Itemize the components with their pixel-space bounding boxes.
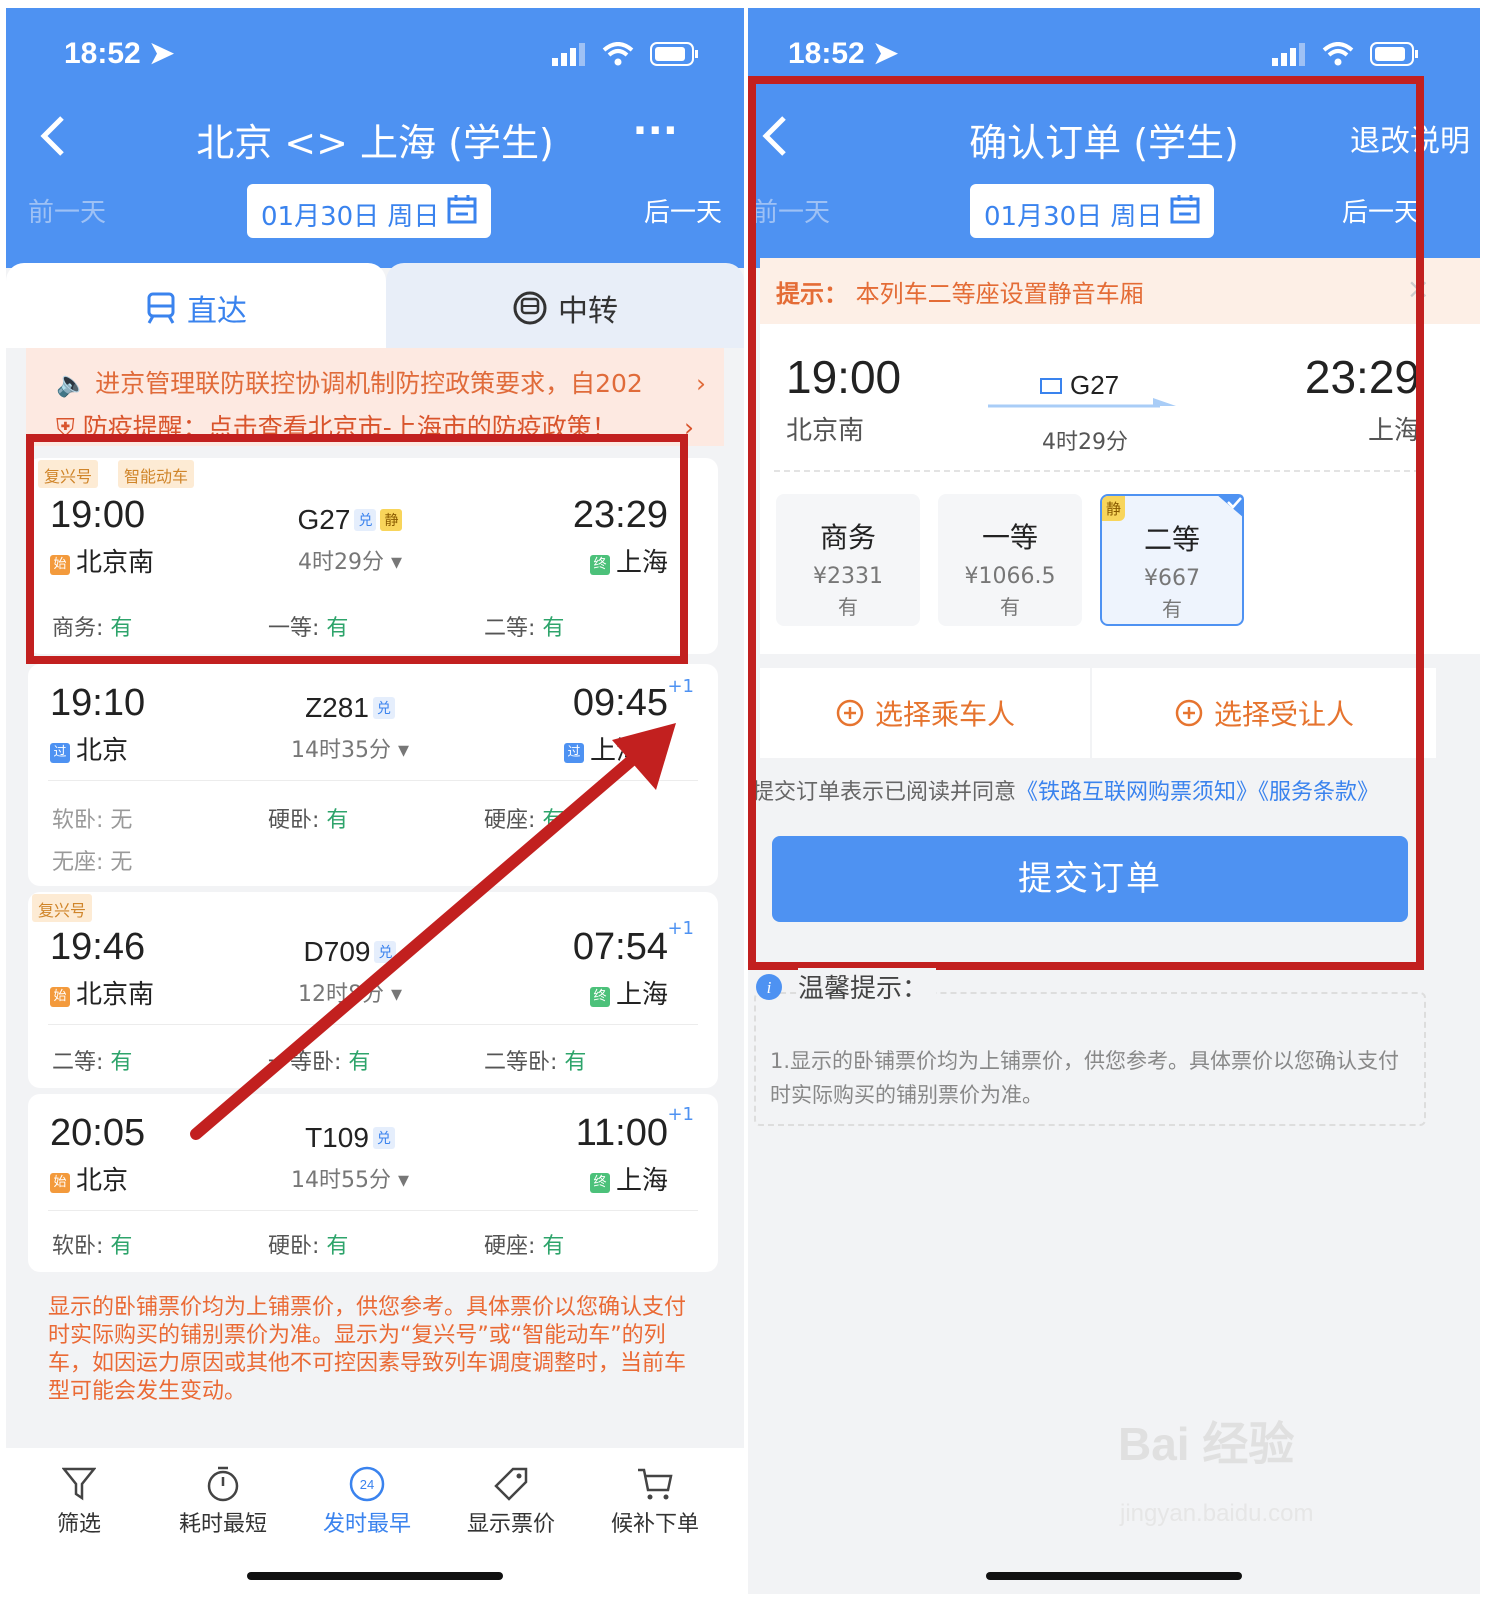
wifi-icon bbox=[1322, 42, 1354, 66]
home-indicator bbox=[986, 1572, 1242, 1580]
confirm-order-screen: 18:52 ➤ 确认订单 (学生) 退改说明 前一天 01月30日 周日 后一天… bbox=[748, 8, 1480, 1594]
battery-icon bbox=[1370, 42, 1418, 66]
train-list-screen: 18:52 ➤ 北京 <> 上海 (学生) ··· 前一天 01月30日 周日 … bbox=[6, 8, 744, 1594]
watermark: Bai 经验 bbox=[1118, 1418, 1295, 1470]
watermark-url: jingyan.baidu.com bbox=[1120, 1500, 1314, 1527]
status-icons bbox=[1270, 42, 1420, 66]
location-arrow-icon: ➤ bbox=[873, 37, 899, 70]
signal-icon bbox=[1272, 43, 1305, 66]
highlight-box bbox=[748, 76, 1424, 970]
warm-tip-title: i 温馨提示： bbox=[754, 968, 937, 1005]
status-time: 18:52 ➤ bbox=[788, 37, 899, 70]
annotation-arrow bbox=[190, 723, 676, 1140]
warm-tip-box: 1.显示的卧铺票价均为上铺票价，供您参考。具体票价以您确认支付时实际购买的铺别票… bbox=[754, 992, 1426, 1126]
info-icon: i bbox=[756, 973, 782, 1000]
svg-text:i: i bbox=[767, 978, 772, 997]
